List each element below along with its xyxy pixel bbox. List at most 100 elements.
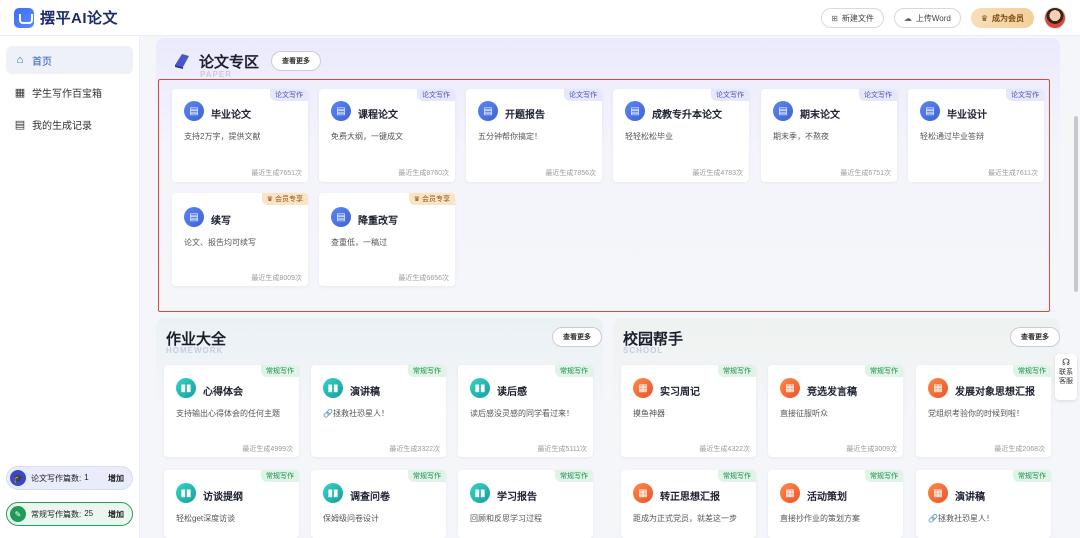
homework-card[interactable]: 常规写作 ▮▮ 访谈提纲 轻松get深度访谈 (164, 470, 299, 538)
card-title: 发展对象思想汇报 (955, 387, 1035, 398)
avatar[interactable] (1044, 7, 1066, 29)
card-tag: 论文写作 (564, 89, 602, 101)
card-title: 心得体会 (203, 387, 243, 398)
document-icon: ▤ (773, 101, 793, 121)
card-title: 活动策划 (807, 492, 847, 503)
card-desc: 支持2万字，提供文献 (184, 132, 261, 141)
paper-card[interactable]: 论文写作 ▤ 成教专升本论文 轻轻松松毕业 最近生成4783次 (613, 89, 749, 182)
home-icon: ⌂ (16, 54, 24, 66)
school-card[interactable]: 常规写作 ▦ 演讲稿 🔗拯救社恐星人！ (916, 470, 1051, 538)
report-icon: ▦ (928, 378, 948, 398)
homework-card[interactable]: 常规写作 ▮▮ 演讲稿 🔗拯救社恐星人！ 最近生成3322次 (311, 365, 446, 457)
vip-button[interactable]: ♛ 成为会员 (970, 8, 1034, 28)
document-icon: ▤ (331, 207, 351, 227)
school-card[interactable]: 常规写作 ▦ 发展对象思想汇报 党组织考验你的时候到啦！ 最近生成2068次 (916, 365, 1051, 457)
document-icon: ▤ (920, 101, 940, 121)
card-title: 演讲稿 (955, 492, 985, 503)
crown-icon: ♛ (266, 196, 273, 203)
history-icon: ▤ (14, 118, 26, 131)
card-title: 竞选发言稿 (807, 387, 857, 398)
card-desc: 🔗拯救社恐星人！ (928, 514, 994, 523)
card-tag: 论文写作 (711, 89, 749, 101)
sidebar-item-toolbox[interactable]: ▦ 学生写作百宝箱 (6, 78, 133, 106)
upload-cloud-icon: ☁ (903, 13, 912, 23)
card-count: 最近生成7651次 (251, 170, 302, 177)
homework-more-button[interactable]: 查看更多 (552, 327, 602, 347)
scrollbar[interactable] (1074, 116, 1078, 292)
report-icon: ▦ (928, 483, 948, 503)
paper-quota-label: 论文写作篇数: (31, 473, 82, 483)
card-count: 最近生成6656次 (398, 275, 449, 282)
sidebar-item-home[interactable]: ⌂ 首页 (6, 46, 133, 74)
homework-card[interactable]: 常规写作 ▮▮ 心得体会 支持输出心得体会的任何主题 最近生成4999次 (164, 365, 299, 457)
card-title: 实习周记 (660, 387, 700, 398)
card-tag: 常规写作 (718, 470, 756, 482)
card-count: 最近生成8760次 (398, 170, 449, 177)
card-count: 最近生成4999次 (242, 446, 293, 453)
card-title: 成教专升本论文 (652, 110, 722, 121)
card-tag: 常规写作 (261, 365, 299, 377)
school-card[interactable]: 常规写作 ▦ 转正思想汇报 距成为正式党员，就差这一步 (621, 470, 756, 538)
upload-word-button[interactable]: ☁ 上传Word (893, 8, 961, 28)
card-title: 读后感 (497, 387, 527, 398)
document-icon: ▤ (625, 101, 645, 121)
card-count: 最近生成3322次 (389, 446, 440, 453)
homework-section-subtitle: HOMEWORK (166, 346, 224, 355)
card-count: 最近生成5111次 (537, 446, 587, 453)
paper-quota-add-button[interactable]: 增加 (108, 473, 124, 484)
card-title: 降重改写 (358, 216, 398, 227)
paper-card[interactable]: 论文写作 ▤ 期末论文 期末季，不熬夜 最近生成6751次 (761, 89, 897, 182)
pen-icon: ✎ (10, 506, 26, 522)
card-desc: 查重低，一稿过 (331, 238, 387, 247)
normal-quota: ✎ 常规写作篇数: 25 增加 (6, 502, 133, 526)
card-tag: 常规写作 (261, 470, 299, 482)
app-logo[interactable]: 摆平AI论文 (14, 7, 118, 28)
card-desc: 摸鱼神器 (633, 409, 665, 418)
card-tag: 论文写作 (859, 89, 897, 101)
school-more-button[interactable]: 查看更多 (1010, 327, 1060, 347)
card-count: 最近生成2068次 (994, 446, 1045, 453)
card-desc: 轻松get深度访谈 (176, 514, 236, 523)
card-count: 最近生成4783次 (692, 170, 743, 177)
homework-card[interactable]: 常规写作 ▮▮ 学习报告 回顾和反思学习过程 (458, 470, 593, 538)
toolbox-icon: ▦ (14, 86, 26, 99)
paper-card[interactable]: ♛ 会员专享 ▤ 降重改写 查重低，一稿过 最近生成6656次 (319, 193, 455, 286)
school-card[interactable]: 常规写作 ▦ 竞选发言稿 直接征服听众 最近生成3009次 (768, 365, 903, 457)
school-card[interactable]: 常规写作 ▦ 实习周记 摸鱼神器 最近生成4322次 (621, 365, 756, 457)
card-title: 毕业论文 (211, 110, 251, 121)
normal-quota-add-button[interactable]: 增加 (108, 509, 124, 520)
paper-card[interactable]: ♛ 会员专享 ▤ 续写 论文、报告均可续写 最近生成8009次 (172, 193, 308, 286)
card-tag: 论文写作 (1006, 89, 1044, 101)
homework-card[interactable]: 常规写作 ▮▮ 调查问卷 保姆级问卷设计 (311, 470, 446, 538)
sidebar-item-label: 首页 (32, 56, 52, 68)
card-desc: 读后感没灵感的同学看过来！ (470, 409, 574, 418)
paper-card[interactable]: 论文写作 ▤ 课程论文 免费大纲，一键成文 最近生成8760次 (319, 89, 455, 182)
card-title: 调查问卷 (350, 492, 390, 503)
card-desc: 回顾和反思学习过程 (470, 514, 542, 523)
homework-card[interactable]: 常规写作 ▮▮ 读后感 读后感没灵感的同学看过来！ 最近生成5111次 (458, 365, 593, 457)
customer-service-button[interactable]: ☊ 联系客服 (1055, 354, 1077, 400)
card-tag: 常规写作 (865, 470, 903, 482)
card-tag: ♛ 会员专享 (261, 193, 308, 205)
paper-more-button[interactable]: 查看更多 (271, 51, 321, 71)
card-desc: 支持输出心得体会的任何主题 (176, 409, 280, 418)
card-title: 演讲稿 (350, 387, 380, 398)
card-count: 最近生成7611次 (987, 170, 1038, 177)
card-desc: 轻轻松松毕业 (625, 132, 673, 141)
paper-card[interactable]: 论文写作 ▤ 毕业论文 支持2万字，提供文献 最近生成7651次 (172, 89, 308, 182)
paper-card[interactable]: 论文写作 ▤ 开题报告 五分钟帮你搞定！ 最近生成7856次 (466, 89, 602, 182)
card-tag: 常规写作 (408, 470, 446, 482)
card-tag: 常规写作 (718, 365, 756, 377)
document-icon: ▤ (331, 101, 351, 121)
bars-icon: ▮▮ (176, 378, 196, 398)
bars-icon: ▮▮ (470, 483, 490, 503)
card-desc: 🔗拯救社恐星人！ (323, 409, 389, 418)
sidebar-item-label: 我的生成记录 (32, 120, 92, 132)
school-card[interactable]: 常规写作 ▦ 活动策划 直接抄作业的策划方案 (768, 470, 903, 538)
new-file-button[interactable]: ⊞ 新建文件 (821, 8, 884, 28)
paper-section-subtitle: PAPER (200, 70, 232, 79)
sidebar-item-history[interactable]: ▤ 我的生成记录 (6, 110, 133, 138)
card-desc: 免费大纲，一键成文 (331, 132, 403, 141)
paper-card[interactable]: 论文写作 ▤ 毕业设计 轻松通过毕业答辩 最近生成7611次 (908, 89, 1044, 182)
paper-quota: 🎓 论文写作篇数: 1 增加 (6, 466, 133, 490)
